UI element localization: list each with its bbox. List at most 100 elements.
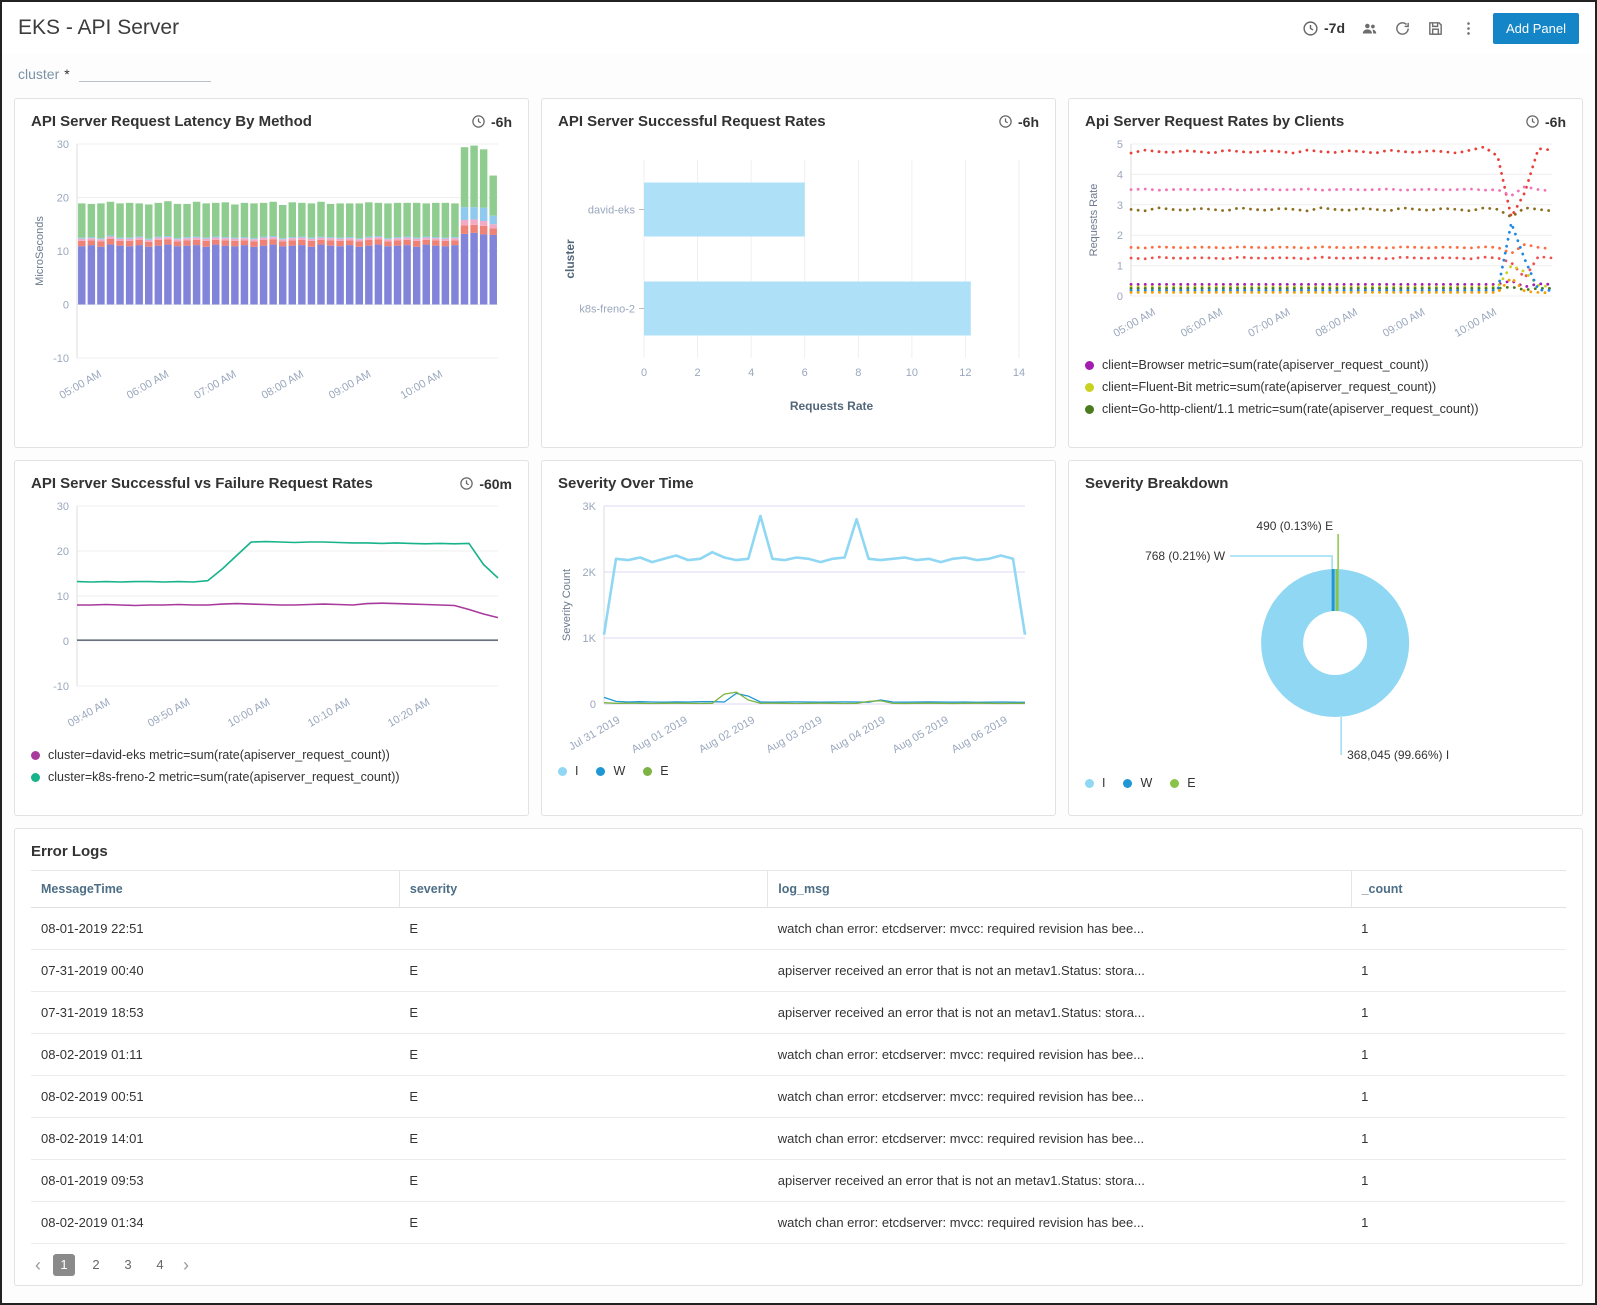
table-cell-severity: E — [399, 950, 767, 992]
panel-title: API Server Request Latency By Method — [31, 113, 312, 130]
svg-text:30: 30 — [57, 501, 69, 513]
table-cell-log_msg: watch chan error: etcdserver: mvcc: requ… — [768, 1076, 1351, 1118]
time-range-label: -7d — [1324, 20, 1345, 36]
page-1[interactable]: 1 — [53, 1254, 75, 1276]
legend-label: client=Fluent-Bit metric=sum(rate(apiser… — [1102, 380, 1436, 394]
svg-text:490 (0.13%) E: 490 (0.13%) E — [1256, 519, 1333, 533]
table-cell-severity: E — [399, 908, 767, 950]
svg-text:Aug 05 2019: Aug 05 2019 — [891, 714, 951, 756]
svg-text:368,045 (99.66%) I: 368,045 (99.66%) I — [1347, 748, 1449, 762]
svg-text:08:00 AM: 08:00 AM — [260, 368, 306, 402]
panel-severity-over-time: Severity Over Time 01K2K3KJul 31 2019Aug… — [541, 460, 1056, 816]
svg-text:Aug 02 2019: Aug 02 2019 — [697, 714, 757, 756]
table-cell-_count: 1 — [1351, 992, 1566, 1034]
svg-text:20: 20 — [57, 546, 69, 558]
panel-time-range[interactable]: -6h — [998, 114, 1039, 130]
clock-icon — [1525, 114, 1540, 129]
svg-text:5: 5 — [1117, 139, 1123, 151]
table-row[interactable]: 08-02-2019 00:51Ewatch chan error: etcds… — [31, 1076, 1566, 1118]
chevron-left-icon[interactable]: ‹ — [35, 1255, 41, 1275]
column-header-severity[interactable]: severity — [399, 871, 767, 908]
legend-label: W — [1140, 776, 1152, 790]
legend-label: E — [1187, 776, 1195, 790]
legend-dot — [1085, 405, 1094, 414]
cluster-filter-input[interactable] — [79, 64, 211, 82]
severity-breakdown-donut[interactable]: 490 (0.13%) E768 (0.21%) W368,045 (99.66… — [1085, 494, 1566, 770]
svg-text:Requests Rate: Requests Rate — [1088, 184, 1100, 257]
legend-item[interactable]: E — [643, 764, 668, 778]
table-row[interactable]: 07-31-2019 00:40Eapiserver received an e… — [31, 950, 1566, 992]
chevron-right-icon[interactable]: › — [183, 1255, 189, 1275]
table-cell-severity: E — [399, 992, 767, 1034]
svg-text:06:00 AM: 06:00 AM — [1179, 306, 1225, 340]
table-cell-severity: E — [399, 1076, 767, 1118]
latency-by-method-chart[interactable]: -10010203005:00 AM06:00 AM07:00 AM08:00 … — [31, 132, 512, 412]
legend-item[interactable]: cluster=david-eks metric=sum(rate(apiser… — [31, 748, 512, 762]
legend-item[interactable]: W — [596, 764, 625, 778]
table-cell-log_msg: watch chan error: etcdserver: mvcc: requ… — [768, 1034, 1351, 1076]
legend-item[interactable]: E — [1170, 776, 1195, 790]
table-header-row: MessageTime severity log_msg _count — [31, 871, 1566, 908]
svg-text:10:00 AM: 10:00 AM — [1453, 306, 1499, 340]
refresh-icon[interactable] — [1394, 20, 1411, 37]
legend-dot — [1085, 383, 1094, 392]
svg-text:2K: 2K — [583, 567, 597, 579]
legend-label: W — [613, 764, 625, 778]
successful-request-rates-chart[interactable]: 02468101214david-eksk8s-freno-2Requests … — [558, 132, 1039, 424]
legend-item[interactable]: client=Go-http-client/1.1 metric=sum(rat… — [1085, 402, 1566, 416]
page-4[interactable]: 4 — [149, 1254, 171, 1276]
dashboard-time-range[interactable]: -7d — [1302, 20, 1345, 37]
svg-text:09:50 AM: 09:50 AM — [146, 696, 192, 730]
svg-text:3: 3 — [1117, 200, 1123, 212]
table-cell-log_msg: apiserver received an error that is not … — [768, 992, 1351, 1034]
table-cell-severity: E — [399, 1160, 767, 1202]
save-icon[interactable] — [1427, 20, 1444, 37]
panel-request-rates-by-clients: Api Server Request Rates by Clients -6h … — [1068, 98, 1583, 448]
table-row[interactable]: 08-02-2019 01:11Ewatch chan error: etcds… — [31, 1034, 1566, 1076]
clock-icon — [459, 476, 474, 491]
svg-text:0: 0 — [63, 636, 69, 648]
panel-title: API Server Successful Request Rates — [558, 113, 826, 130]
table-row[interactable]: 07-31-2019 18:53Eapiserver received an e… — [31, 992, 1566, 1034]
page-2[interactable]: 2 — [85, 1254, 107, 1276]
panel-time-range[interactable]: -60m — [459, 476, 512, 492]
svg-text:10: 10 — [57, 591, 69, 603]
panel-successful-request-rates: API Server Successful Request Rates -6h … — [541, 98, 1056, 448]
legend-item[interactable]: cluster=k8s-freno-2 metric=sum(rate(apis… — [31, 770, 512, 784]
panel-time-range[interactable]: -6h — [1525, 114, 1566, 130]
table-row[interactable]: 08-01-2019 22:51Ewatch chan error: etcds… — [31, 908, 1566, 950]
table-row[interactable]: 08-02-2019 14:01Ewatch chan error: etcds… — [31, 1118, 1566, 1160]
svg-text:0: 0 — [63, 300, 69, 312]
svg-text:k8s-freno-2: k8s-freno-2 — [579, 304, 635, 316]
column-header-messagetime[interactable]: MessageTime — [31, 871, 399, 908]
request-rates-by-clients-chart[interactable]: 01234505:00 AM06:00 AM07:00 AM08:00 AM09… — [1085, 132, 1566, 350]
panel-time-range[interactable]: -6h — [471, 114, 512, 130]
column-header-count[interactable]: _count — [1351, 871, 1566, 908]
legend-label: cluster=k8s-freno-2 metric=sum(rate(apis… — [48, 770, 400, 784]
svg-text:07:00 AM: 07:00 AM — [1246, 306, 1292, 340]
table-row[interactable]: 08-02-2019 01:34Ewatch chan error: etcds… — [31, 1202, 1566, 1244]
time-range-label: -60m — [479, 476, 512, 492]
page-3[interactable]: 3 — [117, 1254, 139, 1276]
table-row[interactable]: 08-01-2019 09:53Eapiserver received an e… — [31, 1160, 1566, 1202]
svg-text:20: 20 — [57, 193, 69, 205]
dashboard-body: API Server Request Latency By Method -6h… — [2, 98, 1595, 1298]
table-cell-_count: 1 — [1351, 1034, 1566, 1076]
severity-over-time-chart[interactable]: 01K2K3KJul 31 2019Aug 01 2019Aug 02 2019… — [558, 494, 1039, 758]
legend-item[interactable]: client=Browser metric=sum(rate(apiserver… — [1085, 358, 1566, 372]
legend-item[interactable]: client=Fluent-Bit metric=sum(rate(apiser… — [1085, 380, 1566, 394]
legend-item[interactable]: I — [558, 764, 578, 778]
legend-dot — [1170, 779, 1179, 788]
kebab-menu-icon[interactable] — [1460, 20, 1477, 37]
share-users-icon[interactable] — [1361, 20, 1378, 37]
successful-vs-failure-chart[interactable]: -10010203009:40 AM09:50 AM10:00 AM10:10 … — [31, 494, 512, 740]
add-panel-button[interactable]: Add Panel — [1493, 13, 1579, 44]
svg-text:-10: -10 — [53, 353, 69, 365]
legend-item[interactable]: I — [1085, 776, 1105, 790]
legend-item[interactable]: W — [1123, 776, 1152, 790]
table-cell-severity: E — [399, 1118, 767, 1160]
required-marker: * — [64, 66, 69, 82]
column-header-log-msg[interactable]: log_msg — [768, 871, 1351, 908]
legend-dot — [643, 767, 652, 776]
table-cell-severity: E — [399, 1202, 767, 1244]
